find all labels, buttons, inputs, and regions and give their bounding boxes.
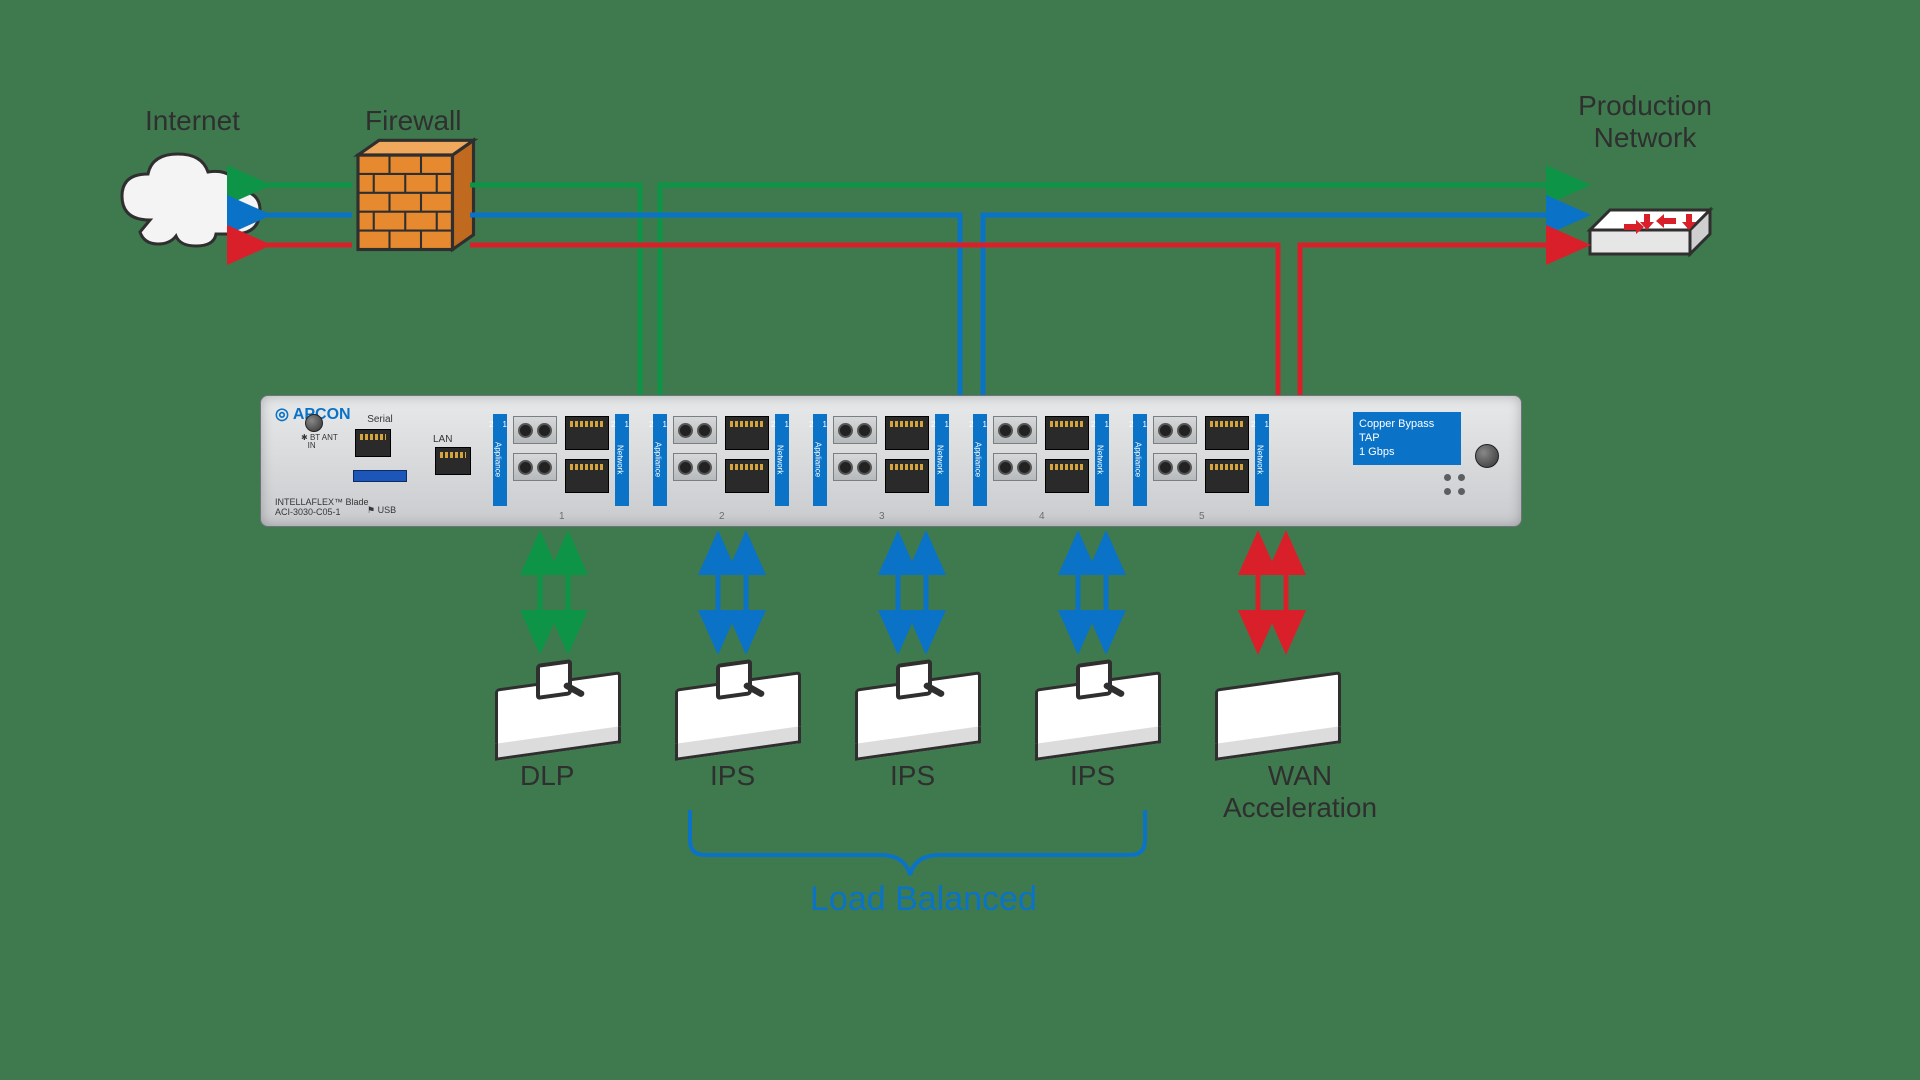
- portnum-5: 5: [1199, 511, 1205, 522]
- magnifier-icon: [1076, 659, 1112, 700]
- lan-port: [435, 447, 471, 475]
- lan-block: LAN: [433, 434, 473, 482]
- prodnet-switch-icon: [1590, 210, 1710, 254]
- portgroup-5: [1151, 414, 1251, 500]
- firewall-icon: [358, 140, 474, 249]
- screw-right-icon: [1475, 444, 1499, 468]
- arrows-wan: [1258, 540, 1286, 650]
- screw-left-icon: [305, 414, 323, 432]
- network-strip-1: 1Network2: [615, 414, 629, 506]
- tap-label: Copper Bypass TAP1 Gbps: [1353, 412, 1461, 465]
- appliance-strip-2: 1Appliance2: [653, 414, 667, 506]
- load-balanced-label: Load Balanced: [810, 880, 1037, 919]
- usb-label: ⚑ USB: [367, 505, 396, 516]
- cloud-icon: [122, 154, 260, 246]
- portnum-2: 2: [719, 511, 725, 522]
- arrows-dlp: [540, 540, 568, 650]
- network-strip-3: 1Network2: [935, 414, 949, 506]
- lan-label: LAN: [433, 434, 473, 445]
- arrows-ips3: [1078, 540, 1106, 650]
- rj45-port: [565, 416, 609, 450]
- intellaflex-blade: ◎ APCON INTELLAFLEX™ BladeACI-3030-C05-1…: [260, 395, 1522, 527]
- serial-port: [355, 429, 391, 457]
- blade-model: INTELLAFLEX™ BladeACI-3030-C05-1: [275, 498, 369, 518]
- network-strip-2: 1Network2: [775, 414, 789, 506]
- arrows-ips1: [718, 540, 746, 650]
- ips1-label: IPS: [710, 760, 755, 792]
- portgroup-2: [671, 414, 771, 500]
- usb-port: [353, 470, 407, 482]
- status-led-3: [1444, 474, 1451, 481]
- appliance-strip-4: 1Appliance2: [973, 414, 987, 506]
- serial-label: Serial: [353, 414, 407, 425]
- bt-ant-label: ✱ BT ANT IN: [301, 434, 338, 451]
- portgroup-1: [511, 414, 611, 500]
- network-strip-4: 1Network2: [1095, 414, 1109, 506]
- ips3-label: IPS: [1070, 760, 1115, 792]
- magnifier-icon: [536, 659, 572, 700]
- portgroup-3: [831, 414, 931, 500]
- status-led-1: [1458, 474, 1465, 481]
- portgroup-4: [991, 414, 1091, 500]
- wan-label: WANAcceleration: [1200, 760, 1400, 824]
- portnum-3: 3: [879, 511, 885, 522]
- dlp-label: DLP: [520, 760, 574, 792]
- status-led-4: [1444, 488, 1451, 495]
- status-led-2: [1458, 488, 1465, 495]
- load-balanced-bracket: [690, 810, 1145, 875]
- portnum-1: 1: [559, 511, 565, 522]
- magnifier-icon: [716, 659, 752, 700]
- appliance-strip-1: 1Appliance2: [493, 414, 507, 506]
- ips2-label: IPS: [890, 760, 935, 792]
- arrows-ips2: [898, 540, 926, 650]
- sfp-port: [513, 416, 557, 444]
- appliance-strip-3: 1Appliance2: [813, 414, 827, 506]
- rj45-port: [565, 459, 609, 493]
- appliance-strip-5: 1Appliance2: [1133, 414, 1147, 506]
- magnifier-icon: [896, 659, 932, 700]
- network-strip-5: 1Network2: [1255, 414, 1269, 506]
- mgmt-io: Serial: [353, 414, 407, 482]
- sfp-port: [513, 453, 557, 481]
- portnum-4: 4: [1039, 511, 1045, 522]
